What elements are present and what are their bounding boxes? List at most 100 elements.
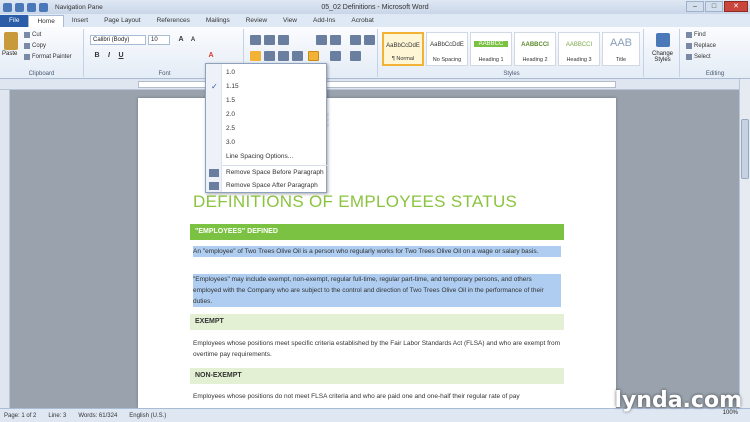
tab-acrobat[interactable]: Acrobat [343,15,381,27]
style-heading-3-name: Heading 3 [566,57,592,63]
heading-employees-defined[interactable]: "EMPLOYEES" DEFINED [190,224,564,240]
align-left-icon[interactable] [250,51,261,61]
replace-button[interactable]: Replace [686,43,716,49]
font-name-select[interactable]: Calibri (Body) [90,35,146,45]
document-title[interactable]: DEFINITIONS OF EMPLOYEES STATUS [193,192,517,212]
style-normal[interactable]: AaBbCcDdE ¶ Normal [382,32,424,66]
paste-label[interactable]: Paste [2,51,17,57]
spacing-option-1-5[interactable]: 1.5 [206,95,326,107]
format-painter-label: Format Painter [32,54,72,60]
line-spacing-button[interactable] [308,51,319,61]
increase-indent-icon[interactable] [330,35,341,45]
spacing-option-3-0[interactable]: 3.0 [206,137,326,149]
style-normal-sample: AaBbCcDdE [386,43,420,49]
change-styles-icon[interactable] [656,33,670,47]
paste-icon[interactable] [4,32,18,50]
tab-mailings[interactable]: Mailings [198,15,238,27]
change-styles-group: Change Styles [646,29,680,77]
show-formatting-icon[interactable] [364,35,375,45]
decrease-indent-icon[interactable] [316,35,327,45]
cut-button[interactable]: Cut [24,32,41,38]
sort-icon[interactable] [350,35,361,45]
style-title-sample: AAB [609,37,632,49]
editing-label: Editing [705,71,725,77]
style-heading-1-name: Heading 1 [478,57,504,63]
minimize-button[interactable]: – [686,1,704,12]
window-title: 05_02 Definitions - Microsoft Word [321,3,429,11]
align-right-icon[interactable] [278,51,289,61]
paragraph-2[interactable]: "Employees" may include exempt, non-exem… [193,274,561,307]
shading-icon[interactable] [330,51,341,61]
scroll-thumb[interactable] [741,119,749,179]
change-styles-label[interactable]: Change Styles [646,51,679,63]
remove-space-after[interactable]: Remove Space After Paragraph [206,180,326,192]
shrink-font-button[interactable]: A [188,35,198,45]
multilevel-list-icon[interactable] [278,35,289,45]
align-center-icon[interactable] [264,51,275,61]
grow-font-button[interactable]: A [176,35,186,45]
justify-icon[interactable] [292,51,303,61]
copy-label: Copy [32,43,47,49]
maximize-button[interactable]: □ [705,1,723,12]
horizontal-ruler[interactable] [0,79,750,90]
style-no-spacing-name: No Spacing [432,57,462,63]
spacing-option-2-0[interactable]: 2.0 [206,109,326,121]
underline-button[interactable]: U [116,51,126,61]
select-button[interactable]: Select [686,54,711,60]
select-label: Select [694,54,711,60]
binoculars-icon [686,32,692,38]
style-title-name: Title [615,57,627,63]
format-painter-button[interactable]: Format Painter [24,54,72,60]
font-color-button[interactable]: A [206,51,216,61]
paragraph-1[interactable]: An "employee" of Two Trees Olive Oil is … [193,246,561,257]
style-normal-name: ¶ Normal [391,56,415,62]
title-bar: Navigation Pane 05_02 Definitions - Micr… [0,0,750,14]
language[interactable]: English (U.S.) [129,413,166,419]
style-heading-1[interactable]: AABBCC Heading 1 [470,32,512,66]
copy-button[interactable]: Copy [24,43,46,49]
tab-references[interactable]: References [149,15,198,27]
replace-icon [686,43,692,49]
cut-label: Cut [32,32,42,38]
tab-file[interactable]: File [0,15,29,27]
borders-icon[interactable] [350,51,361,61]
italic-button[interactable]: I [104,51,114,61]
heading-exempt[interactable]: EXEMPT [190,314,564,330]
word-count[interactable]: Words: 61/324 [78,413,117,419]
line-number[interactable]: Line: 3 [48,413,66,419]
ribbon: Paste Cut Copy Format Painter Clipboard … [0,27,750,79]
close-button[interactable]: ✕ [724,1,748,12]
tab-view[interactable]: View [275,15,305,27]
tab-home[interactable]: Home [28,15,64,27]
line-spacing-options[interactable]: Line Spacing Options... [206,151,326,163]
tab-insert[interactable]: Insert [64,15,96,27]
styles-label: Styles [503,71,520,77]
find-button[interactable]: Find [686,32,706,38]
bullets-icon[interactable] [250,35,261,45]
tab-review[interactable]: Review [238,15,275,27]
find-label: Find [694,32,706,38]
remove-space-before[interactable]: Remove Space Before Paragraph [206,167,326,179]
style-heading-3-sample: AABBCCI [565,42,593,48]
numbering-icon[interactable] [264,35,275,45]
style-heading-3[interactable]: AABBCCI Heading 3 [558,32,600,66]
vertical-scrollbar[interactable] [739,79,750,408]
heading-non-exempt[interactable]: NON-EXEMPT [190,368,564,384]
font-size-select[interactable]: 10 [148,35,170,45]
replace-label: Replace [694,43,717,49]
style-no-spacing[interactable]: AaBbCcDdE No Spacing [426,32,468,66]
spacing-option-1-15[interactable]: 1.15 [206,81,326,93]
page-count[interactable]: Page: 1 of 2 [4,413,36,419]
style-heading-2-name: Heading 2 [522,57,548,63]
tab-page-layout[interactable]: Page Layout [96,15,149,27]
spacing-option-2-5[interactable]: 2.5 [206,123,326,135]
paragraph-4[interactable]: Employees whose positions do not meet FL… [193,391,561,402]
tab-add-ins[interactable]: Add-Ins [305,15,343,27]
bold-button[interactable]: B [92,51,102,61]
vertical-ruler[interactable] [0,90,10,408]
style-heading-2-sample: AABBCCI [521,42,549,48]
spacing-option-1-0[interactable]: 1.0 [206,67,326,79]
style-title[interactable]: AAB Title [602,32,640,66]
paragraph-3[interactable]: Employees whose positions meet specific … [193,338,561,360]
style-heading-2[interactable]: AABBCCI Heading 2 [514,32,556,66]
